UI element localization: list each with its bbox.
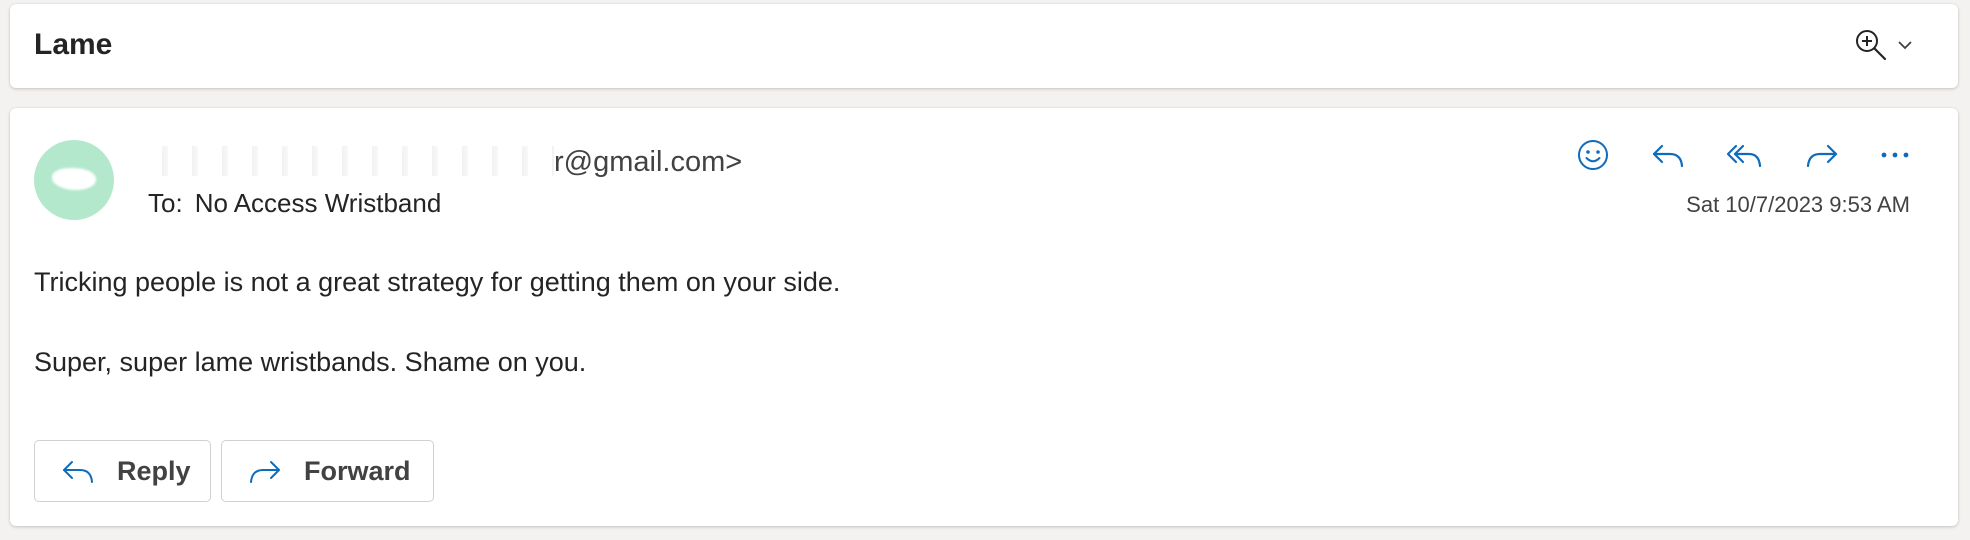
forward-button[interactable]: Forward: [221, 440, 434, 502]
reply-all-icon[interactable]: [1726, 140, 1764, 170]
forward-button-label: Forward: [304, 455, 411, 486]
message-timestamp: Sat 10/7/2023 9:53 AM: [1686, 192, 1910, 217]
recipient-line: To: No Access Wristband: [148, 188, 441, 219]
sender-email: r@gmail.com>: [554, 146, 743, 178]
reply-icon[interactable]: [1650, 140, 1686, 170]
subject-title: Lame: [34, 28, 113, 61]
emoji-icon[interactable]: [1576, 138, 1610, 172]
more-icon[interactable]: [1880, 150, 1910, 160]
avatar[interactable]: [34, 140, 114, 220]
subject-header: Lame: [10, 4, 1958, 88]
sender[interactable]: r@gmail.com>: [148, 146, 742, 179]
message-body: Tricking people is not a great strategy …: [34, 264, 840, 380]
quick-actions: Reply Forward: [34, 440, 434, 502]
body-paragraph: Super, super lame wristbands. Shame on y…: [34, 347, 587, 377]
sender-redacted: [148, 146, 554, 176]
to-label: To:: [148, 188, 183, 218]
reply-button[interactable]: Reply: [34, 440, 211, 502]
message-actions: [1576, 138, 1910, 172]
chevron-down-icon[interactable]: [1896, 39, 1914, 51]
message-card: r@gmail.com> To: No Access Wristband Sat…: [10, 108, 1958, 526]
forward-icon[interactable]: [1804, 140, 1840, 170]
recipient-name[interactable]: No Access Wristband: [195, 188, 442, 218]
reply-button-label: Reply: [117, 455, 191, 486]
body-paragraph: Tricking people is not a great strategy …: [34, 267, 841, 297]
zoom-in-icon[interactable]: [1854, 28, 1888, 62]
reply-icon: [61, 457, 95, 485]
forward-icon: [248, 457, 282, 485]
avatar-image: [52, 168, 96, 190]
subject-actions: [1854, 28, 1914, 62]
